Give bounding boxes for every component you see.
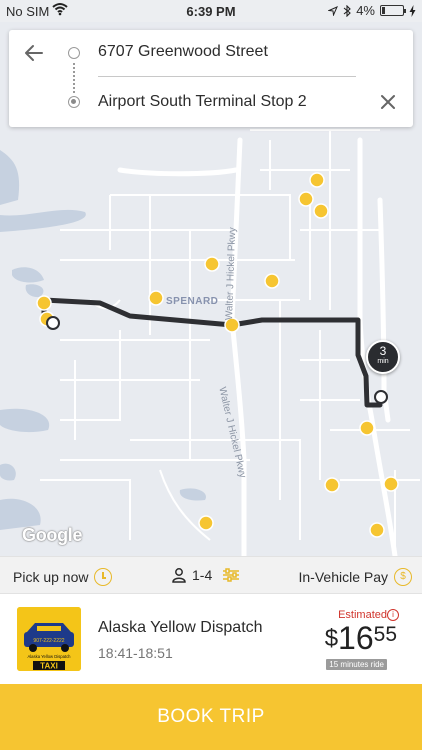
options-bar: Pick up now 1-4 In-Vehicle Pay $ (0, 556, 422, 594)
eta-bubble: 3 min (366, 340, 400, 374)
pickup-label: Pick up now (13, 569, 89, 585)
status-bar: No SIM 6:39 PM 4% (0, 0, 422, 22)
car-marker (359, 420, 375, 436)
taxi-logo: 907-222-2222 Alaska Yellow Dispatch TAXI (17, 607, 81, 671)
car-marker (309, 172, 325, 188)
pickup-window: 18:41-18:51 (98, 645, 173, 661)
battery-percent: 4% (356, 3, 375, 18)
payment-label: In-Vehicle Pay (298, 569, 389, 585)
car-marker (298, 191, 314, 207)
highways (117, 137, 398, 556)
status-right-icons: 4% (328, 3, 416, 18)
water-area (0, 150, 20, 205)
logo-phone: 907-222-2222 (33, 638, 64, 644)
clock-icon (94, 568, 113, 586)
route-line (41, 297, 383, 408)
route-connector (73, 63, 75, 93)
logo-company-text: Alaska Yellow Dispatch (27, 654, 71, 659)
price-whole: 16 (338, 620, 374, 656)
origin-field[interactable]: 6707 Greenwood Street (98, 43, 268, 61)
pickup-time-selector[interactable]: Pick up now (13, 568, 113, 586)
coin-icon: $ (394, 568, 412, 586)
bluetooth-icon (343, 4, 352, 17)
divider (98, 76, 356, 77)
car-markers (36, 172, 399, 538)
car-marker (324, 477, 340, 493)
person-icon (172, 568, 186, 583)
car-marker (198, 515, 214, 531)
filter-icon[interactable] (222, 567, 240, 583)
car-marker (148, 290, 164, 306)
car-marker (369, 522, 385, 538)
back-arrow-icon[interactable] (23, 42, 45, 64)
car-marker (204, 256, 220, 272)
origin-dot-icon (68, 47, 80, 59)
book-trip-button[interactable]: BOOK TRIP (0, 684, 422, 750)
neighborhood-label: SPENARD (166, 296, 219, 307)
info-icon[interactable]: i (387, 609, 399, 621)
car-marker (383, 476, 399, 492)
destination-field[interactable]: Airport South Terminal Stop 2 (98, 93, 307, 111)
provider-row[interactable]: 907-222-2222 Alaska Yellow Dispatch TAXI… (0, 595, 422, 684)
car-marker (264, 273, 280, 289)
eta-value: 3 (379, 344, 387, 358)
water-area (25, 284, 44, 298)
water-area (0, 209, 86, 232)
water-area (12, 267, 44, 283)
car-marker (36, 295, 52, 311)
car-marker (313, 203, 329, 219)
passenger-count: 1-4 (192, 567, 213, 583)
currency-symbol: $ (324, 625, 339, 652)
battery-icon (380, 5, 406, 16)
pickup-marker (46, 316, 60, 330)
taxi-logo-graphic: 907-222-2222 Alaska Yellow Dispatch TAXI (17, 607, 81, 671)
dropoff-marker (374, 390, 388, 404)
eta-unit: min (377, 358, 389, 365)
payment-selector[interactable]: In-Vehicle Pay $ (298, 568, 412, 586)
water-area (0, 408, 50, 433)
location-arrow-icon (328, 5, 339, 16)
price-cents: 55 (373, 623, 397, 646)
ride-duration-badge: 15 minutes ride (326, 659, 387, 670)
logo-taxi-text: TAXI (40, 662, 58, 671)
route-card: 6707 Greenwood Street Airport South Term… (9, 30, 413, 127)
water-area (0, 463, 16, 481)
charging-icon (409, 4, 416, 17)
close-icon[interactable] (380, 94, 396, 110)
fare-price: $ 16 55 (325, 621, 397, 655)
google-logo: Google (22, 525, 83, 545)
passenger-selector[interactable]: 1-4 (171, 567, 240, 583)
provider-name: Alaska Yellow Dispatch (98, 619, 263, 636)
water-area (179, 488, 206, 501)
destination-dot-icon (68, 96, 80, 108)
